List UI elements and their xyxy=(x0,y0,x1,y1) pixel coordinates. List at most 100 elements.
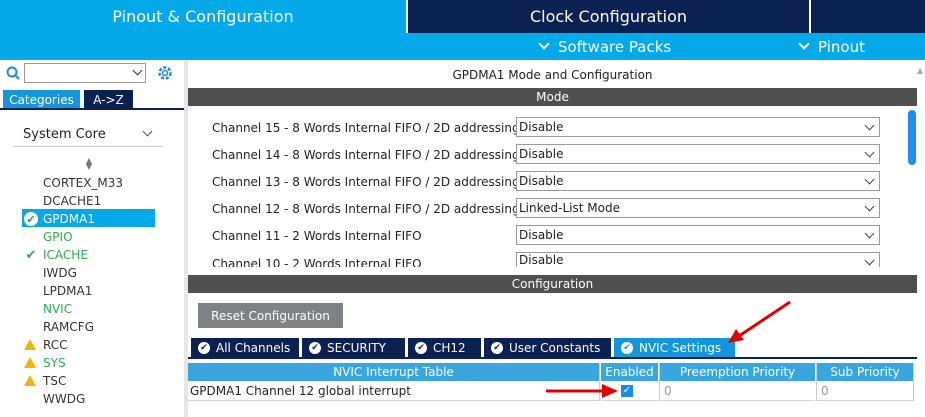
scrollbar-thumb[interactable] xyxy=(908,110,916,165)
scroll-up-icon[interactable]: ▲ xyxy=(917,66,925,84)
channel-label: Channel 11 - 2 Words Internal FIFO xyxy=(212,229,422,243)
channel-mode-value: Disable xyxy=(519,228,564,242)
chevron-down-icon xyxy=(864,174,875,185)
config-tab-nvic-settings[interactable]: ✔ NVIC Settings xyxy=(614,338,735,357)
app-window: Pinout & Configuration Clock Configurati… xyxy=(0,0,925,417)
channel-label: Channel 14 - 8 Words Internal FIFO / 2D … xyxy=(212,148,520,162)
config-tab-security[interactable]: ✔ SECURITY xyxy=(302,338,405,357)
search-icon[interactable] xyxy=(6,66,21,81)
tab-clock-configuration[interactable]: Clock Configuration xyxy=(408,0,809,33)
column-divider xyxy=(659,363,660,401)
config-tab-all-channels[interactable]: ✔ All Channels xyxy=(191,338,299,357)
sidebar-item-iwdg[interactable]: IWDG xyxy=(43,264,77,282)
channel-mode-value: Disable xyxy=(519,174,564,188)
category-label: System Core xyxy=(23,127,106,142)
column-divider xyxy=(816,363,817,401)
warning-icon xyxy=(24,375,36,386)
chevron-down-icon xyxy=(864,201,875,212)
chevron-down-icon xyxy=(538,38,550,50)
config-tab-label: User Constants xyxy=(509,340,601,355)
channel-mode-select[interactable]: Disable xyxy=(516,252,880,267)
reset-configuration-button[interactable]: Reset Configuration xyxy=(198,303,343,328)
sidebar-item-icache[interactable]: ICACHE xyxy=(43,246,88,264)
tab-a-z-label: A->Z xyxy=(93,92,124,107)
check-circle-icon: ✔ xyxy=(309,341,321,354)
channel-mode-select[interactable]: Disable xyxy=(516,171,880,191)
table-header-preemption: Preemption Priority xyxy=(660,363,815,381)
table-header-enabled: Enabled xyxy=(601,363,658,381)
channel-mode-value: Disable xyxy=(519,147,564,161)
configuration-header: Configuration xyxy=(188,275,917,293)
channel-mode-select[interactable]: Disable xyxy=(516,117,880,137)
warning-icon xyxy=(24,339,36,350)
config-tab-label: NVIC Settings xyxy=(639,340,722,355)
divider xyxy=(188,357,917,359)
category-select[interactable]: System Core xyxy=(13,123,163,147)
channel-label: Channel 13 - 8 Words Internal FIFO / 2D … xyxy=(212,175,520,189)
interrupt-name-cell: GPDMA1 Channel 12 global interrupt xyxy=(188,382,599,401)
sidebar-item-ramcfg[interactable]: RAMCFG xyxy=(43,318,94,336)
divider xyxy=(0,108,184,110)
annotation-arrow-icon xyxy=(546,384,618,398)
tab-extra[interactable] xyxy=(811,0,925,33)
sidebar-item-wwdg[interactable]: WWDG xyxy=(43,390,85,408)
channel-label: Channel 12 - 8 Words Internal FIFO / 2D … xyxy=(212,202,520,216)
pinout-menu[interactable]: Pinout xyxy=(798,33,865,60)
sidebar-item-tsc[interactable]: TSC xyxy=(43,372,66,390)
table-header-interrupt: NVIC Interrupt Table xyxy=(188,363,599,381)
check-circle-icon: ✔ xyxy=(415,341,427,354)
config-tab-label: SECURITY xyxy=(327,340,386,355)
channel-mode-value: Disable xyxy=(519,253,564,267)
channel-mode-value: Disable xyxy=(519,120,564,134)
sidebar-item-rcc[interactable]: RCC xyxy=(43,336,68,354)
sidebar-item-nvic[interactable]: NVIC xyxy=(43,300,72,318)
tab-pinout-configuration[interactable]: Pinout & Configuration xyxy=(0,0,406,33)
check-circle-icon: ✔ xyxy=(491,341,503,354)
annotation-arrow-icon xyxy=(728,300,791,343)
page-title: GPDMA1 Mode and Configuration xyxy=(452,68,653,82)
chevron-down-icon[interactable] xyxy=(132,65,143,76)
config-tab-user-constants[interactable]: ✔ User Constants xyxy=(484,338,611,357)
column-divider xyxy=(913,363,914,401)
config-tab-ch12[interactable]: ✔ CH12 xyxy=(408,338,481,357)
config-tab-label: All Channels xyxy=(216,340,291,355)
mode-header: Mode xyxy=(188,88,917,106)
enabled-checkbox[interactable]: ✓ xyxy=(621,385,633,397)
tab-categories[interactable]: Categories xyxy=(3,90,80,109)
check-icon: ✔ xyxy=(25,247,37,263)
tab-clock-label: Clock Configuration xyxy=(529,7,688,26)
sort-icon[interactable]: ▲ ▼ xyxy=(85,157,93,171)
channel-mode-select[interactable]: Linked-List Mode xyxy=(516,198,880,218)
channel-label: Channel 15 - 8 Words Internal FIFO / 2D … xyxy=(212,121,520,135)
sidebar-item-gpdma1[interactable]: GPDMA1 xyxy=(43,210,95,228)
sidebar-item-gpio[interactable]: GPIO xyxy=(43,228,73,246)
chevron-down-icon xyxy=(864,120,875,131)
pinout-label: Pinout xyxy=(818,37,865,56)
check-icon: ✔ xyxy=(24,212,38,226)
software-packs-menu[interactable]: Software Packs xyxy=(538,33,672,60)
software-packs-label: Software Packs xyxy=(558,37,672,56)
sidebar-item-dcache1[interactable]: DCACHE1 xyxy=(43,192,101,210)
sub-toolbar xyxy=(0,33,925,60)
sidebar-item-sys[interactable]: SYS xyxy=(43,354,66,372)
tab-categories-label: Categories xyxy=(9,92,74,107)
preemption-priority-cell[interactable]: 0 xyxy=(660,382,815,401)
tab-a-z[interactable]: A->Z xyxy=(84,90,133,109)
tab-pinout-label: Pinout & Configuration xyxy=(112,7,294,26)
channel-mode-select[interactable]: Disable xyxy=(516,144,880,164)
search-input[interactable] xyxy=(24,63,146,83)
sidebar-item-lpdma1[interactable]: LPDMA1 xyxy=(43,282,92,300)
config-tab-label: CH12 xyxy=(433,340,466,355)
channel-mode-select[interactable]: Disable xyxy=(516,225,880,245)
gear-icon[interactable] xyxy=(156,64,174,82)
channel-mode-value: Linked-List Mode xyxy=(519,201,620,215)
sub-priority-cell[interactable]: 0 xyxy=(817,382,913,401)
check-circle-icon: ✔ xyxy=(198,341,210,354)
mode-bottom xyxy=(188,267,917,272)
chevron-down-icon xyxy=(864,255,875,266)
chevron-down-icon xyxy=(142,126,153,137)
check-circle-icon: ✔ xyxy=(621,341,633,354)
sidebar-item-cortex-m33[interactable]: CORTEX_M33 xyxy=(43,174,123,192)
channel-label: Channel 10 - 2 Words Internal FIFO xyxy=(212,257,422,267)
table-header-sub-priority: Sub Priority xyxy=(817,363,913,381)
